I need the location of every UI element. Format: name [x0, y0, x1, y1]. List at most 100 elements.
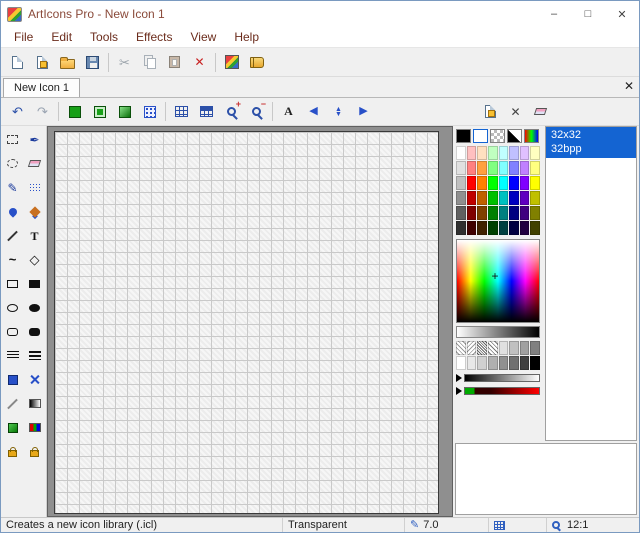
select-ellipse-tool[interactable]	[2, 152, 23, 175]
text-tool[interactable]: T	[24, 224, 45, 247]
color-swatch[interactable]	[477, 206, 487, 220]
color-swatch[interactable]	[530, 161, 540, 175]
color-swatch[interactable]	[499, 161, 509, 175]
color-swatch[interactable]	[499, 206, 509, 220]
color-swatch[interactable]	[477, 146, 487, 160]
pattern-swatch[interactable]	[499, 356, 509, 370]
transparent-color-swatch[interactable]	[490, 129, 505, 143]
gradient-tool[interactable]	[24, 392, 45, 415]
color-swatch[interactable]	[520, 176, 530, 190]
red-slider[interactable]	[456, 386, 540, 396]
copy-button[interactable]	[137, 50, 162, 75]
new-library-button[interactable]	[5, 50, 30, 75]
menu-file[interactable]: File	[5, 30, 42, 44]
pattern-swatch[interactable]	[456, 356, 466, 370]
pattern-swatch[interactable]	[520, 356, 530, 370]
solid-color-tool[interactable]	[2, 368, 23, 391]
draw-3d-button[interactable]	[112, 99, 137, 124]
color-swatch[interactable]	[499, 176, 509, 190]
help-button[interactable]	[244, 50, 269, 75]
save-button[interactable]	[80, 50, 105, 75]
tab-new-icon-1[interactable]: New Icon 1	[3, 78, 80, 97]
foreground-color-swatch[interactable]	[456, 129, 471, 143]
rainbow-color-picker[interactable]: +	[456, 239, 540, 323]
filled-rectangle-tool[interactable]	[24, 272, 45, 295]
articons-button[interactable]	[219, 50, 244, 75]
eraser-button[interactable]	[528, 99, 553, 124]
color-swatch[interactable]	[520, 161, 530, 175]
shift-right-button[interactable]: ▶	[351, 99, 376, 124]
color-swatch[interactable]	[520, 146, 530, 160]
color-swatch[interactable]	[509, 146, 519, 160]
filled-ellipse-tool[interactable]	[24, 296, 45, 319]
lock-1-button[interactable]	[2, 440, 23, 463]
color-swatch[interactable]	[499, 221, 509, 235]
more-colors-button[interactable]	[524, 129, 539, 143]
color-swatch[interactable]	[467, 206, 477, 220]
color-swatch[interactable]	[530, 191, 540, 205]
delete-image-button[interactable]: ✕	[503, 99, 528, 124]
minimize-button[interactable]: –	[537, 1, 571, 27]
color-swatch[interactable]	[488, 206, 498, 220]
pen-tool[interactable]: ✒	[24, 128, 45, 151]
background-color-swatch[interactable]	[473, 129, 488, 143]
color-swatch[interactable]	[456, 176, 466, 190]
pattern-swatch[interactable]	[477, 356, 487, 370]
new-image-button[interactable]	[478, 99, 503, 124]
color-swatch[interactable]	[509, 176, 519, 190]
color-swatch[interactable]	[467, 221, 477, 235]
draw-normal-button[interactable]	[62, 99, 87, 124]
lines-thick-tool[interactable]	[24, 344, 45, 367]
green-fill-tool[interactable]	[2, 416, 23, 439]
pattern-swatch[interactable]	[456, 341, 466, 355]
color-swatch[interactable]	[530, 146, 540, 160]
color-swatch[interactable]	[467, 191, 477, 205]
line-tool[interactable]	[2, 224, 23, 247]
curve-tool[interactable]: ~	[2, 248, 23, 271]
menu-help[interactable]: Help	[225, 30, 268, 44]
color-swatch[interactable]	[530, 206, 540, 220]
lock-2-button[interactable]	[24, 440, 45, 463]
pattern-swatch[interactable]	[477, 341, 487, 355]
pattern-swatch[interactable]	[530, 341, 540, 355]
color-swatch[interactable]	[499, 146, 509, 160]
eraser-tool[interactable]	[24, 152, 45, 175]
format-item-32x32-32bpp[interactable]: 32x32 32bpp	[546, 127, 636, 158]
ellipse-tool[interactable]	[2, 296, 23, 319]
test-button[interactable]	[194, 99, 219, 124]
color-swatch[interactable]	[456, 146, 466, 160]
color-swatch[interactable]	[488, 191, 498, 205]
pattern-swatch[interactable]	[530, 356, 540, 370]
color-swatch[interactable]	[488, 146, 498, 160]
draw-translucent-button[interactable]	[87, 99, 112, 124]
color-swatch[interactable]	[530, 176, 540, 190]
color-swatch[interactable]	[520, 221, 530, 235]
color-swatch[interactable]	[509, 161, 519, 175]
redo-button[interactable]: ↷	[30, 99, 55, 124]
color-swatch[interactable]	[467, 176, 477, 190]
maximize-button[interactable]: □	[571, 1, 605, 27]
zoom-in-button[interactable]: +	[219, 99, 244, 124]
color-swatch[interactable]	[456, 206, 466, 220]
color-swatch[interactable]	[456, 191, 466, 205]
polygon-tool[interactable]: ◇	[24, 248, 45, 271]
filled-rounded-rectangle-tool[interactable]	[24, 320, 45, 343]
delete-button[interactable]: ✕	[187, 50, 212, 75]
color-swatch[interactable]	[488, 221, 498, 235]
color-swatch[interactable]	[530, 221, 540, 235]
luminance-bar[interactable]	[456, 326, 540, 338]
new-icon-button[interactable]	[30, 50, 55, 75]
color-swatch[interactable]	[477, 191, 487, 205]
lines-thin-tool[interactable]	[2, 344, 23, 367]
pattern-swatch[interactable]	[467, 341, 477, 355]
gray-slider[interactable]	[456, 373, 540, 383]
color-swatch[interactable]	[509, 191, 519, 205]
grid-button[interactable]	[169, 99, 194, 124]
close-tab-icon[interactable]: ✕	[624, 80, 634, 92]
color-swatch[interactable]	[467, 161, 477, 175]
rounded-rectangle-tool[interactable]	[2, 320, 23, 343]
fill-tool[interactable]	[24, 200, 45, 223]
rgb-channels-tool[interactable]	[24, 416, 45, 439]
pattern-swatch[interactable]	[488, 356, 498, 370]
dropper-tool[interactable]	[2, 200, 23, 223]
